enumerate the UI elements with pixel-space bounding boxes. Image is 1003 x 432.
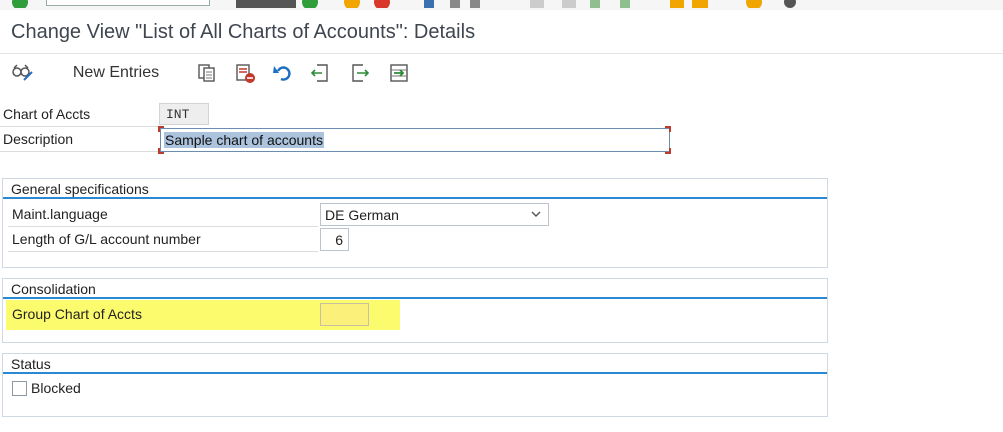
copy-as-button[interactable] bbox=[194, 61, 220, 85]
new-entries-button[interactable]: New Entries bbox=[62, 61, 170, 85]
description-text: Sample chart of accounts bbox=[164, 132, 324, 148]
group-title: Status bbox=[11, 356, 51, 372]
delete-icon bbox=[236, 64, 255, 83]
back-icon[interactable] bbox=[300, 0, 320, 8]
description-input[interactable]: Sample chart of accounts bbox=[160, 128, 670, 152]
help-icon[interactable] bbox=[744, 0, 800, 8]
blocked-label: Blocked bbox=[31, 380, 81, 396]
command-field[interactable] bbox=[46, 0, 210, 6]
application-toolbar: New Entries bbox=[0, 55, 1003, 91]
group-chart-label: Group Chart of Accts bbox=[12, 306, 142, 322]
blocked-checkbox[interactable] bbox=[12, 381, 27, 396]
chevron-down-icon bbox=[531, 211, 541, 217]
maint-language-dropdown[interactable]: DE German bbox=[320, 203, 549, 226]
row-divider bbox=[8, 251, 318, 252]
copy-icon bbox=[198, 64, 215, 82]
gl-length-field[interactable]: 6 bbox=[320, 228, 349, 251]
display-change-icon bbox=[12, 64, 33, 81]
group-title: Consolidation bbox=[11, 281, 96, 297]
group-header: Status bbox=[3, 354, 827, 374]
group-chart-input[interactable] bbox=[320, 303, 369, 326]
row-divider bbox=[0, 151, 158, 152]
enter-icon[interactable] bbox=[10, 0, 30, 8]
system-toolbar bbox=[0, 0, 1003, 10]
description-label: Description bbox=[3, 131, 74, 147]
focus-corner bbox=[158, 148, 164, 154]
select-all-icon bbox=[390, 64, 408, 82]
row-divider bbox=[8, 226, 318, 227]
delete-button[interactable] bbox=[232, 61, 258, 85]
focus-corner bbox=[665, 148, 671, 154]
row-divider bbox=[0, 126, 158, 127]
previous-entry-button[interactable] bbox=[308, 61, 334, 85]
group-header: General specifications bbox=[3, 179, 827, 199]
cancel-icon[interactable] bbox=[372, 0, 392, 8]
previous-entry-icon bbox=[310, 64, 328, 82]
maint-language-label: Maint.language bbox=[12, 206, 108, 222]
focus-corner bbox=[665, 126, 671, 132]
undo-change-button[interactable] bbox=[270, 61, 296, 85]
group-header: Consolidation bbox=[3, 279, 827, 299]
chart-of-accts-field: INT bbox=[159, 103, 209, 125]
title-bar: Change View "List of All Charts of Accou… bbox=[0, 10, 1003, 54]
exit-icon[interactable] bbox=[342, 0, 362, 8]
save-icon[interactable] bbox=[236, 0, 296, 8]
display-change-button[interactable] bbox=[8, 61, 36, 85]
page-title: Change View "List of All Charts of Accou… bbox=[11, 21, 476, 43]
undo-icon bbox=[273, 66, 291, 81]
next-entry-button[interactable] bbox=[346, 61, 372, 85]
next-entry-icon bbox=[352, 64, 370, 82]
select-all-button[interactable] bbox=[386, 61, 412, 85]
maint-language-value: DE German bbox=[325, 207, 399, 223]
status-group: Status bbox=[2, 353, 828, 417]
group-title: General specifications bbox=[11, 181, 149, 197]
gl-length-label: Length of G/L account number bbox=[12, 231, 201, 247]
favorites-icon[interactable] bbox=[666, 0, 726, 8]
focus-corner bbox=[158, 126, 164, 132]
system-toolbar-icons[interactable] bbox=[420, 0, 630, 8]
chart-of-accts-label: Chart of Accts bbox=[3, 106, 91, 122]
